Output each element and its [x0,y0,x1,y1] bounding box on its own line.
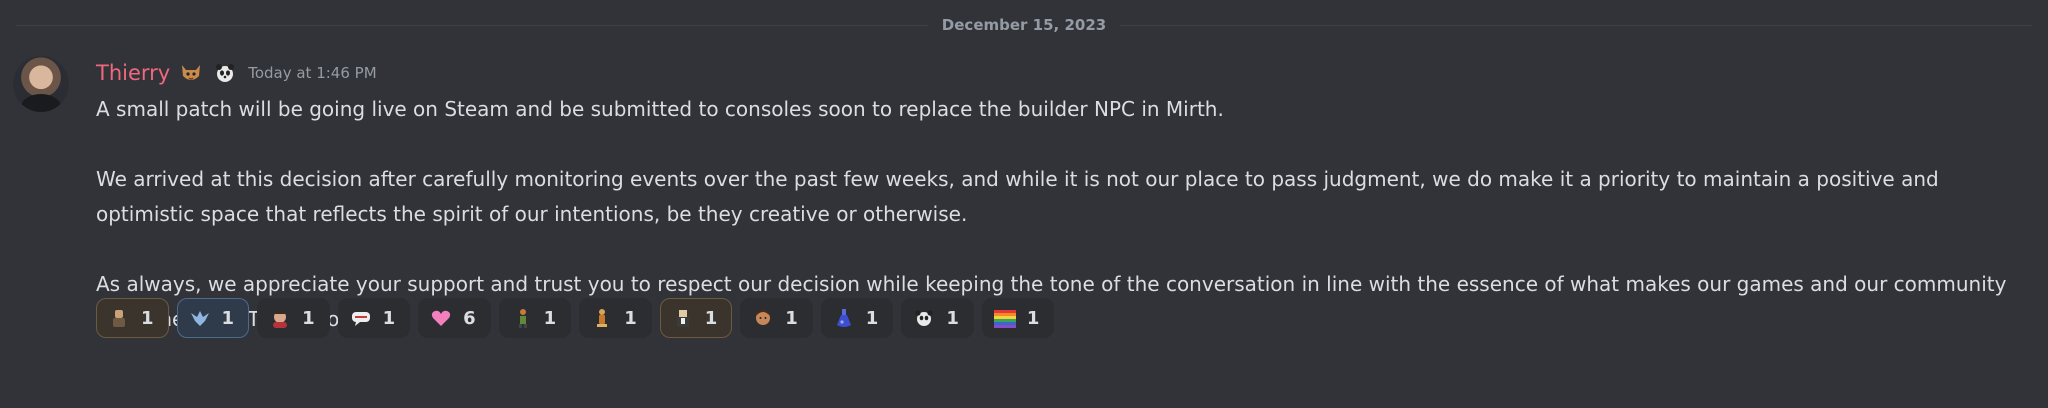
reaction-button[interactable]: 1 [176,298,250,338]
face-emoji-icon [268,306,292,330]
reaction-count: 1 [865,307,879,329]
speech-bubble-emoji-icon [349,306,373,330]
message-paragraph-2: We arrived at this decision after carefu… [96,167,1939,226]
pink-heart-emoji-icon [429,306,453,330]
cat-role-icon[interactable] [178,60,204,86]
reaction-count: 1 [221,307,235,329]
message-paragraph-1: A small patch will be going live on Stea… [96,97,1224,121]
character-emoji-icon [107,306,131,330]
reaction-count: 1 [624,307,637,329]
portrait-emoji-icon [671,306,695,330]
reaction-count: 1 [302,307,315,329]
reaction-count: 1 [382,307,396,329]
reaction-count: 6 [463,307,476,329]
reaction-button[interactable]: 1 [337,298,411,338]
reaction-count: 1 [1026,307,1040,329]
date-divider: December 15, 2023 [0,6,2048,44]
avatar[interactable] [13,56,69,112]
panda-emoji-icon [912,306,936,330]
reaction-button[interactable]: 1 [257,298,330,338]
reaction-count: 1 [785,307,798,329]
reaction-button[interactable]: 6 [418,298,491,338]
reaction-button[interactable]: 1 [820,298,894,338]
reaction-count: 1 [946,307,959,329]
panda-role-icon[interactable] [212,60,238,86]
divider-line-left [16,24,928,26]
reaction-button[interactable]: 1 [981,298,1055,338]
reactions-bar: 1 1 1 1 6 1 1 1 1 1 1 1 [96,298,1055,338]
figure-emoji-icon [510,306,534,330]
reaction-count: 1 [141,307,154,329]
message-header: Thierry Today at 1:46 PM [96,58,377,88]
username[interactable]: Thierry [96,61,170,85]
rainbow-flag-emoji-icon [993,306,1017,330]
winged-emblem-emoji-icon [188,306,212,330]
blue-potion-emoji-icon [832,306,856,330]
reaction-count: 1 [704,307,718,329]
reaction-button[interactable]: 1 [96,298,169,338]
reaction-button[interactable]: 1 [498,298,572,338]
reaction-count: 1 [543,307,557,329]
reaction-button[interactable]: 1 [740,298,813,338]
reaction-button[interactable]: 1 [901,298,974,338]
reaction-button[interactable]: 1 [659,298,733,338]
reaction-button[interactable]: 1 [579,298,652,338]
divider-date: December 15, 2023 [941,16,1107,34]
trophy-emoji-icon [590,306,614,330]
divider-line-right [1120,24,2032,26]
message-timestamp: Today at 1:46 PM [248,64,377,82]
head-emoji-icon [751,306,775,330]
